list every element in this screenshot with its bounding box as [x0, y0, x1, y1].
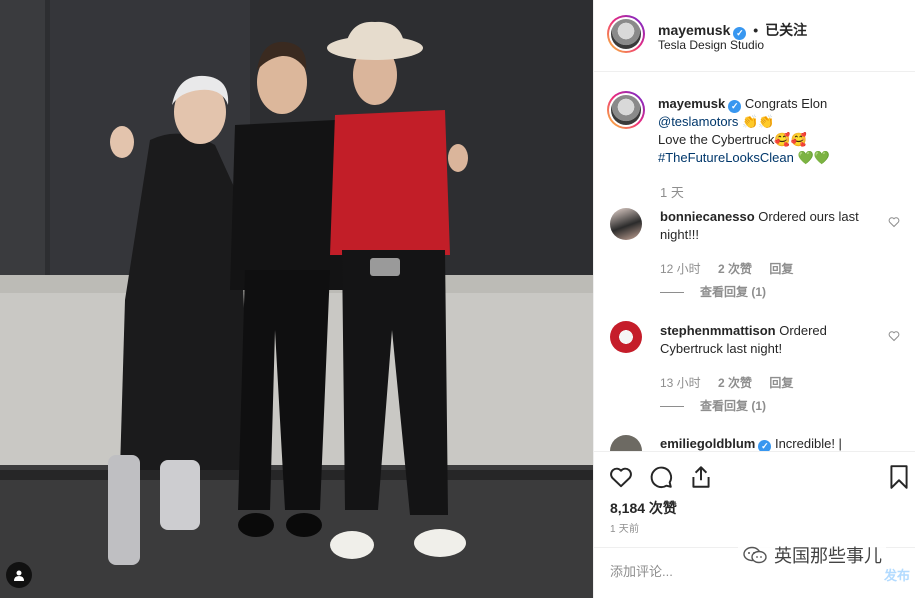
share-icon[interactable]: [688, 464, 714, 490]
comment-likes[interactable]: 2 次赞: [718, 262, 752, 276]
comment-meta-row: 12 小时 2 次赞 回复: [660, 260, 807, 277]
comment-icon[interactable]: [648, 464, 674, 490]
comment-like-heart-icon[interactable]: [888, 216, 900, 228]
person-silhouette-icon: [14, 570, 24, 581]
caption-line-1: Congrats Elon: [744, 96, 828, 111]
post-actions: 8,184 次赞 1 天前 发布 英国那些事儿: [594, 451, 915, 598]
comment-username[interactable]: stephenmmattison: [660, 323, 776, 338]
comment-text: Incredible! |: [774, 436, 842, 451]
comment-time[interactable]: 12 小时: [660, 262, 701, 276]
caption-emoji-clap: 👏👏: [742, 114, 775, 129]
post-timestamp[interactable]: 1 天前: [610, 520, 639, 535]
user-tag-icon[interactable]: [6, 562, 32, 588]
likes-count[interactable]: 8,184 次赞: [610, 498, 677, 518]
post-header: mayemusk ✓ • 已关注 Tesla Design Studio: [594, 0, 915, 72]
caption-line-3: Love the Cybertruck🥰🥰: [658, 132, 807, 147]
comment-text-block: stephenmmattison Ordered Cybertruck last…: [660, 322, 875, 358]
post-side-panel: mayemusk ✓ • 已关注 Tesla Design Studio maye…: [593, 0, 915, 598]
comment-likes[interactable]: 2 次赞: [718, 376, 752, 390]
wechat-icon: [743, 546, 767, 564]
post-comment-button[interactable]: 发布: [884, 565, 910, 584]
watermark: 英国那些事儿: [738, 542, 886, 568]
author-username[interactable]: mayemusk: [658, 22, 730, 38]
view-replies-button[interactable]: 查看回复 (1): [660, 397, 766, 414]
replies-divider-line: [660, 406, 684, 408]
follow-status-button[interactable]: 已关注: [765, 22, 807, 38]
watermark-text: 英国那些事儿: [774, 546, 882, 566]
comments-list[interactable]: mayemusk ✓ Congrats Elon @teslamotors 👏👏 …: [594, 73, 915, 451]
comment-username[interactable]: emiliegoldblum: [660, 436, 755, 451]
author-avatar[interactable]: [607, 15, 645, 53]
comment-meta-row: 13 小时 2 次赞 回复: [660, 374, 807, 391]
comment-username[interactable]: bonniecanesso: [660, 209, 755, 224]
post-photo[interactable]: [0, 0, 593, 598]
reply-button[interactable]: 回复: [769, 376, 793, 390]
caption-emoji-hearts: 💚💚: [797, 150, 830, 165]
caption-timestamp[interactable]: 1 天: [660, 182, 684, 201]
replies-divider-line: [660, 292, 684, 294]
mention-link[interactable]: @teslamotors: [658, 114, 738, 129]
verified-badge-icon: ✓: [728, 100, 742, 113]
view-replies-button[interactable]: 查看回复 (1): [660, 283, 766, 300]
add-comment-bar: 发布 英国那些事儿: [594, 542, 915, 598]
comment-text-block: emiliegoldblum ✓ Incredible! |: [660, 435, 875, 451]
commenter-avatar[interactable]: [610, 321, 642, 353]
view-replies-label: 查看回复 (1): [700, 285, 767, 299]
instagram-post-window: mayemusk ✓ • 已关注 Tesla Design Studio maye…: [0, 0, 915, 598]
verified-badge-icon: ✓: [758, 440, 772, 451]
commenter-avatar[interactable]: [610, 208, 642, 240]
hashtag-link[interactable]: #TheFutureLooksClean: [658, 150, 794, 165]
commenter-avatar[interactable]: [610, 435, 642, 451]
photo-illustration: [0, 0, 593, 598]
comment-text-block: bonniecanesso Ordered ours last night!!!: [660, 208, 875, 244]
location-link[interactable]: Tesla Design Studio: [658, 38, 764, 52]
caption-avatar[interactable]: [607, 91, 645, 129]
reply-button[interactable]: 回复: [769, 262, 793, 276]
header-username-row: mayemusk ✓ • 已关注: [658, 20, 807, 40]
comment-like-heart-icon[interactable]: [888, 330, 900, 342]
bookmark-icon[interactable]: [886, 464, 912, 490]
view-replies-label: 查看回复 (1): [700, 399, 767, 413]
post-caption: mayemusk ✓ Congrats Elon @teslamotors 👏👏 …: [658, 95, 898, 167]
separator-dot: •: [753, 22, 759, 38]
caption-username[interactable]: mayemusk: [658, 96, 725, 111]
heart-icon[interactable]: [608, 464, 634, 490]
comment-time[interactable]: 13 小时: [660, 376, 701, 390]
